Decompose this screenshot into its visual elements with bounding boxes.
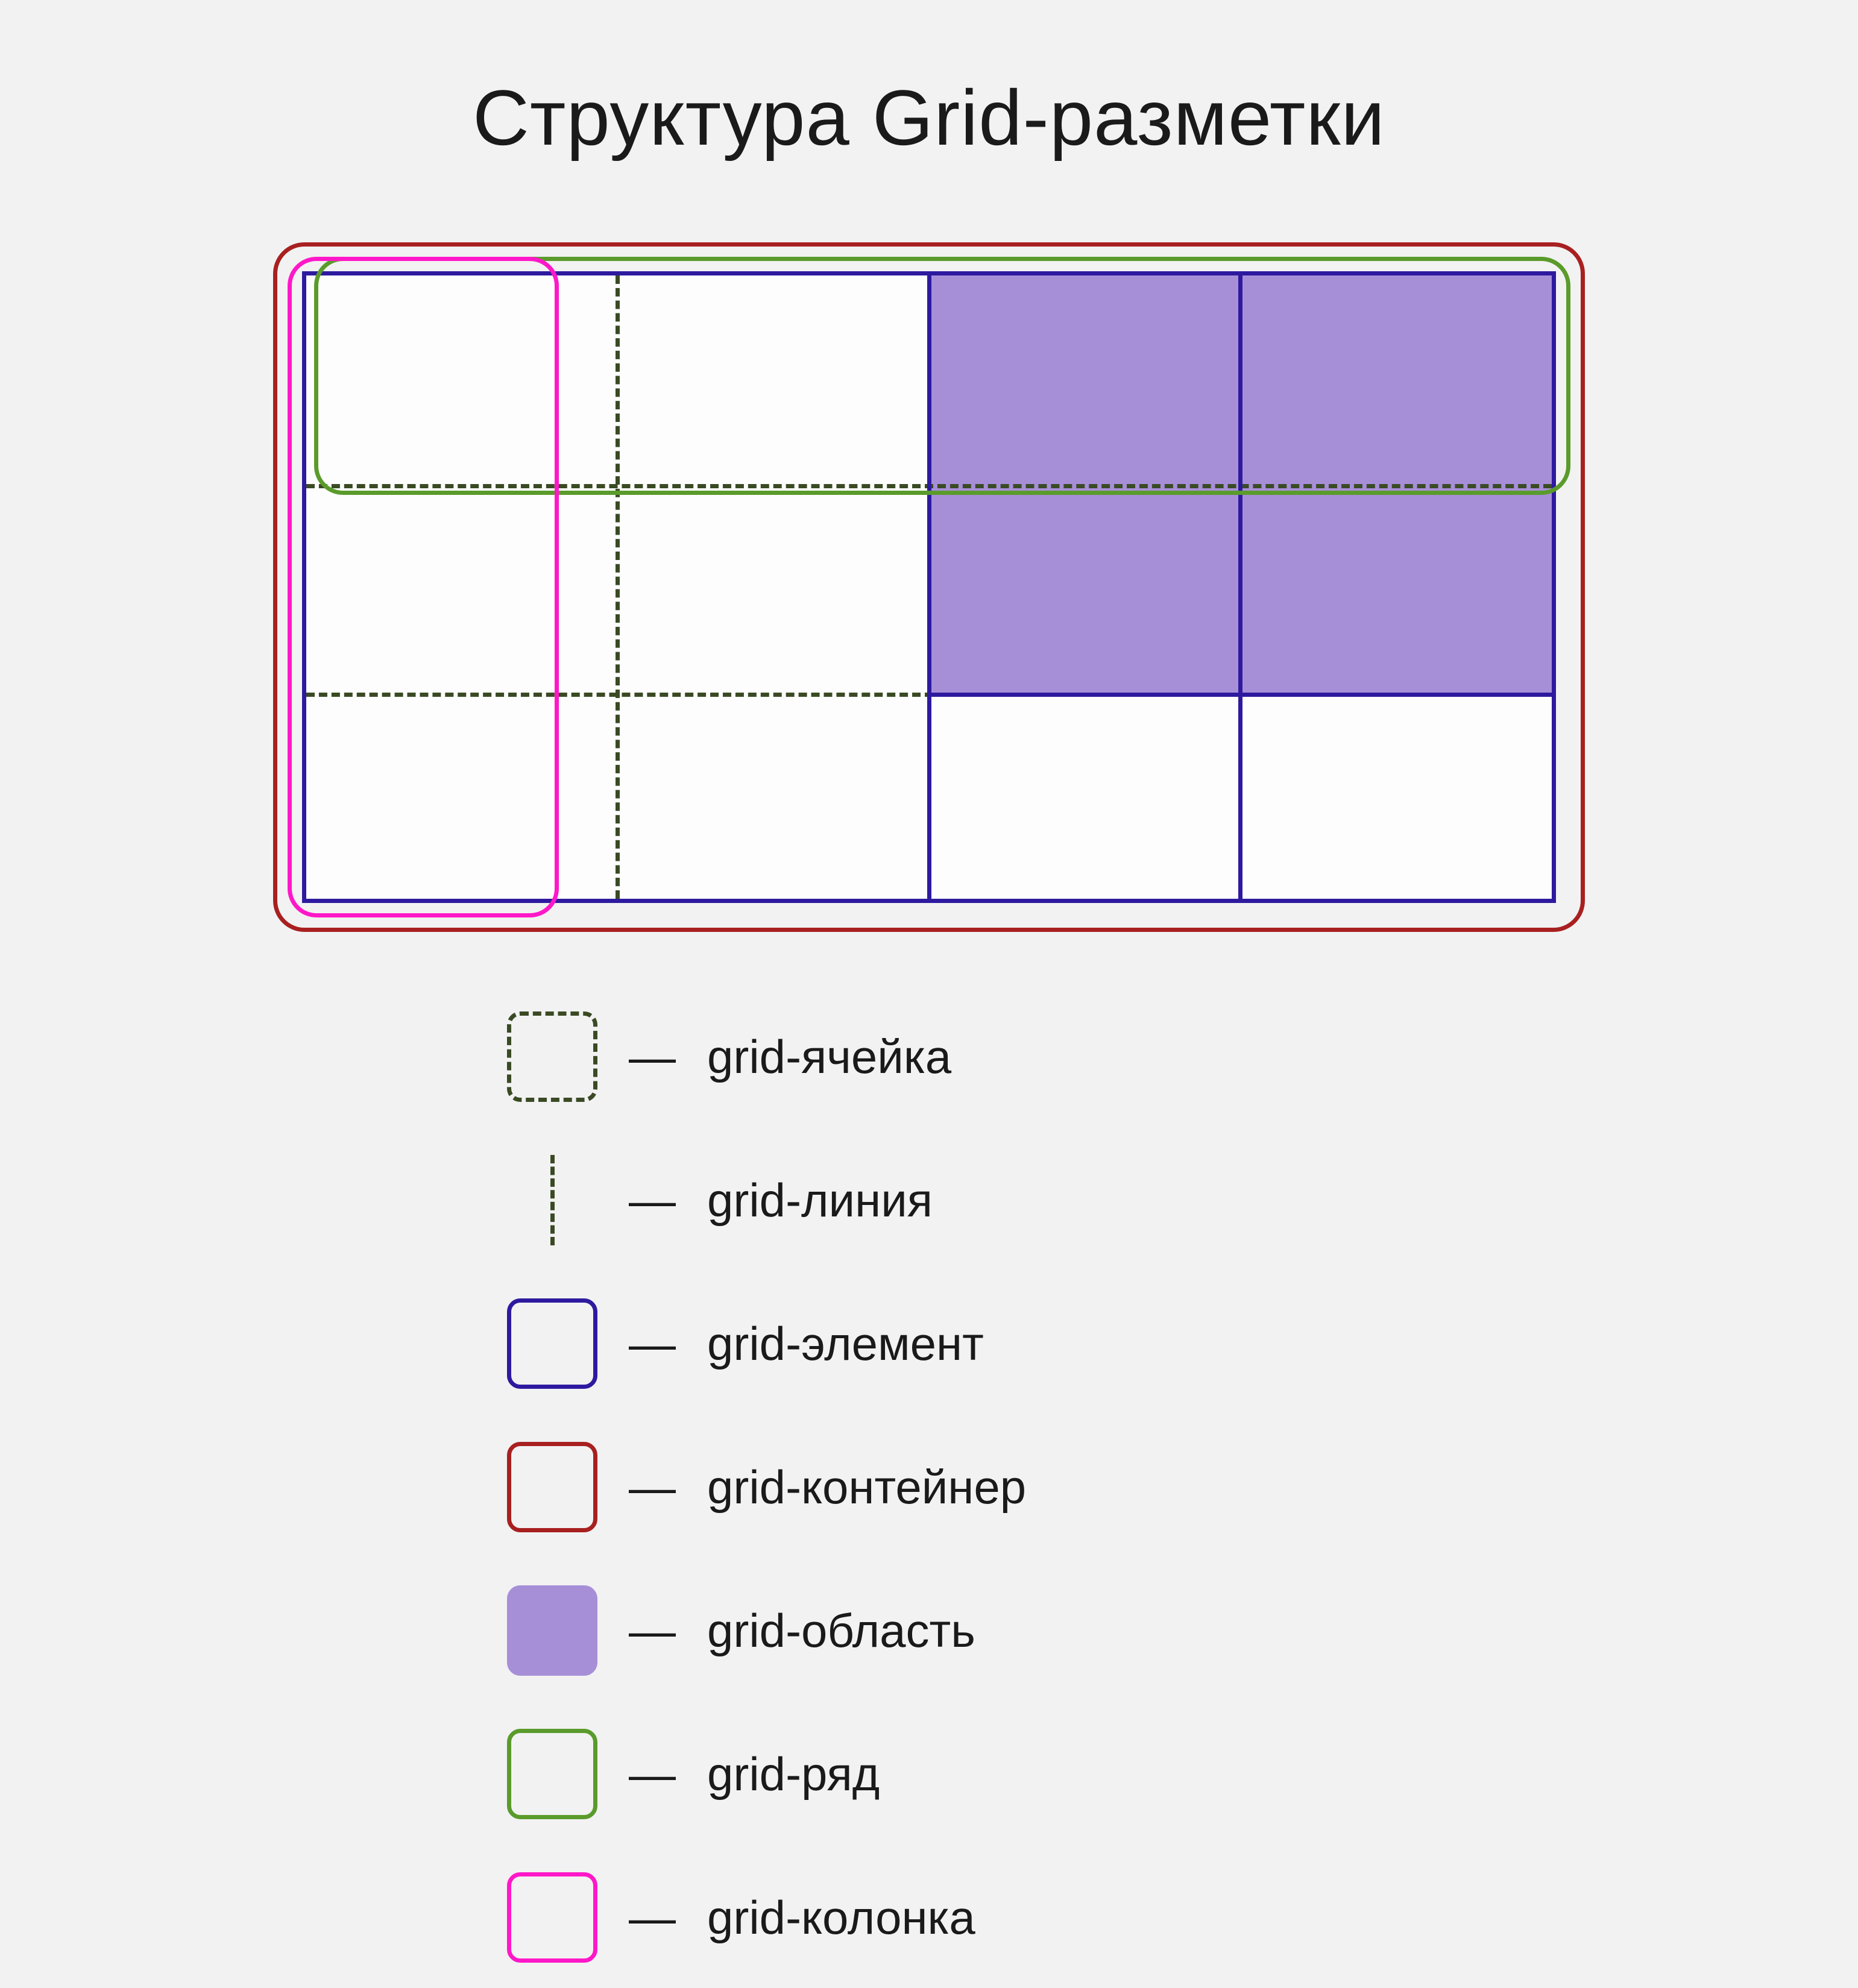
grid-element-divider-vertical	[927, 275, 931, 899]
area-icon	[507, 1585, 597, 1676]
grid-element	[302, 271, 1556, 903]
legend-label: grid-линия	[707, 1173, 933, 1228]
grid-line-vertical	[616, 275, 620, 899]
legend-label: grid-колонка	[707, 1890, 975, 1945]
row-icon	[507, 1729, 597, 1819]
container-icon	[507, 1442, 597, 1532]
legend-label: grid-элемент	[707, 1316, 984, 1371]
legend-dash: —	[629, 1460, 676, 1515]
legend-item-cell: — grid-ячейка	[507, 1011, 1393, 1102]
legend-dash: —	[629, 1890, 676, 1945]
legend-item-column: — grid-колонка	[507, 1872, 1393, 1963]
legend: — grid-ячейка — grid-линия — grid-элемен…	[465, 1011, 1393, 1963]
legend-item-element: — grid-элемент	[507, 1298, 1393, 1389]
legend-label: grid-область	[707, 1603, 975, 1658]
legend-item-row: — grid-ряд	[507, 1729, 1393, 1819]
grid-element-divider-vertical	[1238, 275, 1242, 899]
legend-item-line: — grid-линия	[507, 1155, 1393, 1245]
page-title: Структура Grid-разметки	[0, 72, 1858, 163]
cell-icon	[507, 1011, 597, 1102]
legend-dash: —	[629, 1173, 676, 1228]
line-icon	[507, 1155, 597, 1245]
legend-dash: —	[629, 1030, 676, 1084]
legend-label: grid-ячейка	[707, 1030, 951, 1084]
legend-label: grid-ряд	[707, 1747, 880, 1802]
legend-dash: —	[629, 1316, 676, 1371]
legend-dash: —	[629, 1603, 676, 1658]
legend-item-container: — grid-контейнер	[507, 1442, 1393, 1532]
legend-dash: —	[629, 1747, 676, 1802]
legend-label: grid-контейнер	[707, 1460, 1026, 1515]
element-icon	[507, 1298, 597, 1389]
grid-diagram	[302, 271, 1556, 903]
legend-item-area: — grid-область	[507, 1585, 1393, 1676]
grid-element-divider-horizontal	[929, 693, 1552, 697]
column-icon	[507, 1872, 597, 1963]
